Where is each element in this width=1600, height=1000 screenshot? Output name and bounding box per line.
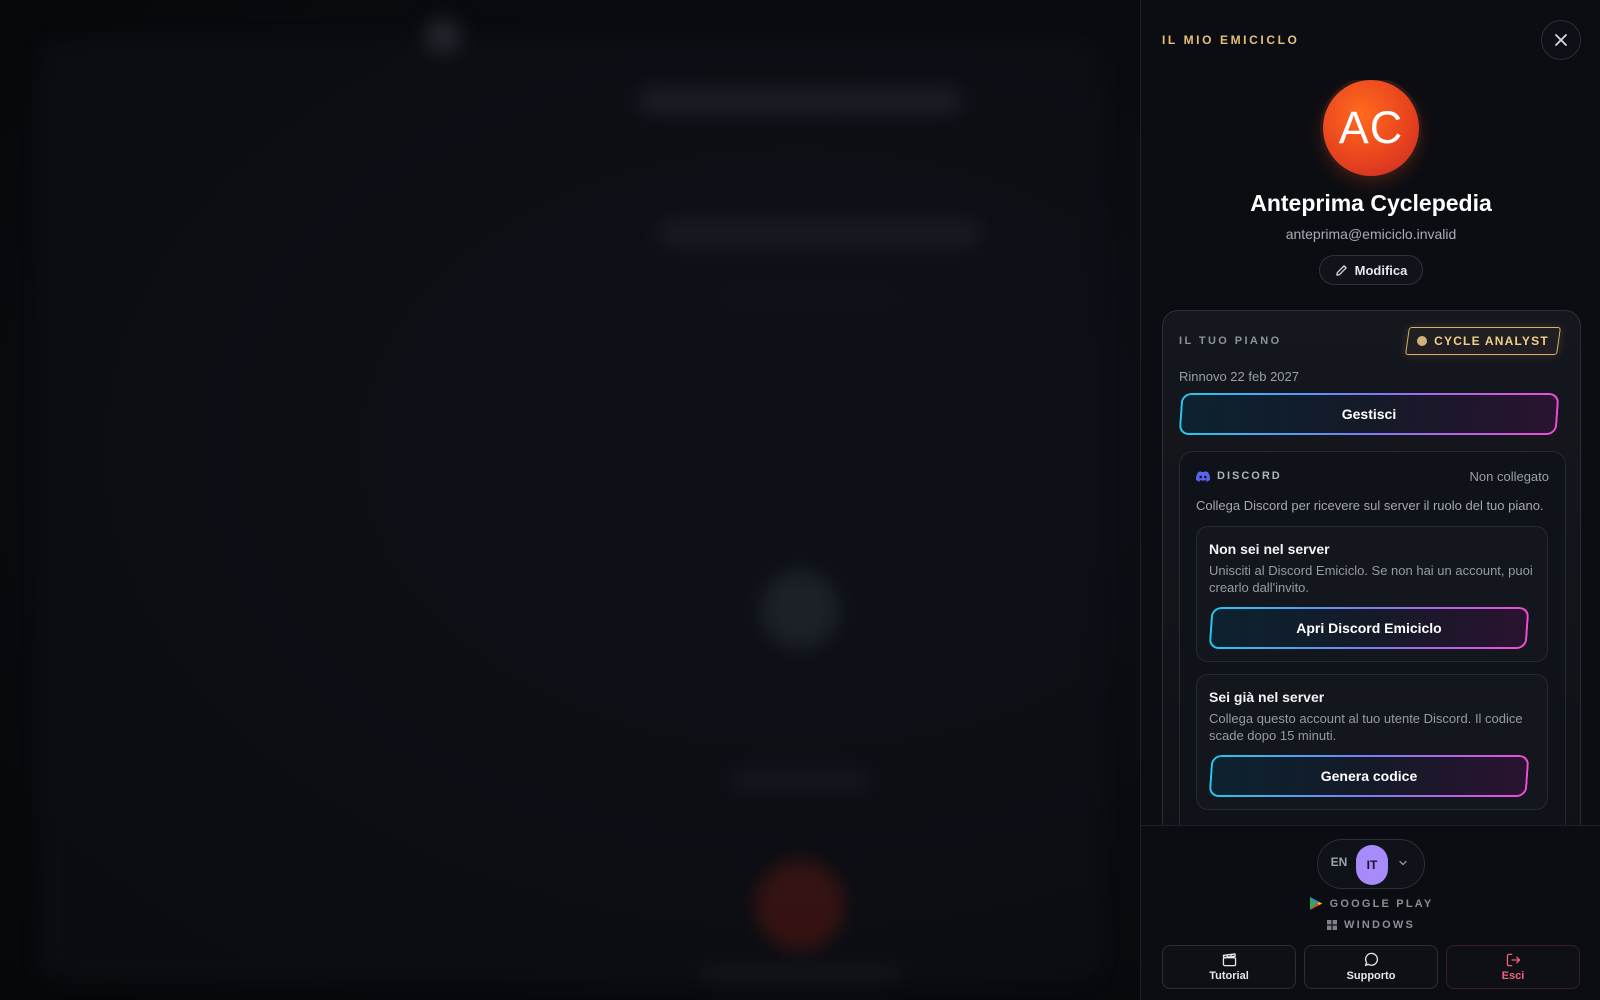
discord-header: DISCORD	[1196, 470, 1282, 482]
discord-status: Non collegato	[1469, 469, 1550, 484]
open-discord-button[interactable]: Apri Discord Emiciclo	[1208, 607, 1530, 649]
close-icon	[1555, 34, 1567, 46]
open-discord-label: Apri Discord Emiciclo	[1296, 620, 1442, 636]
not-in-server-description: Unisciti al Discord Emiciclo. Se non hai…	[1209, 563, 1533, 595]
avatar-initials: AC	[1338, 102, 1404, 153]
support-button[interactable]: Supporto	[1304, 945, 1438, 989]
not-in-server-title: Non sei nel server	[1209, 541, 1330, 557]
discord-description: Collega Discord per ricevere sul server …	[1196, 498, 1544, 513]
background-heading	[640, 88, 960, 114]
tutorial-button[interactable]: Tutorial	[1162, 945, 1296, 989]
drawer-footer: EN IT GOOGLE PLAY WINDOWS Tutorial Suppo…	[1141, 825, 1600, 1000]
language-switcher[interactable]: EN IT	[1317, 839, 1425, 889]
windows-icon	[1326, 920, 1337, 930]
support-label: Supporto	[1346, 970, 1396, 982]
discord-label: DISCORD	[1217, 470, 1282, 482]
chevron-down-icon[interactable]	[1398, 858, 1408, 868]
edit-profile-button[interactable]: Modifica	[1319, 255, 1423, 285]
manage-plan-button[interactable]: Gestisci	[1178, 393, 1560, 435]
plan-badge-label: CYCLE ANALYST	[1434, 334, 1549, 348]
in-server-description: Collega questo account al tuo utente Dis…	[1209, 711, 1523, 743]
background-button	[730, 770, 870, 792]
logout-label: Esci	[1501, 969, 1525, 982]
edit-profile-label: Modifica	[1354, 262, 1408, 278]
background-circle	[760, 570, 840, 650]
background-text	[720, 290, 900, 300]
generate-code-button[interactable]: Genera codice	[1208, 755, 1530, 797]
background-avatar	[755, 860, 845, 950]
language-option-en[interactable]: EN	[1328, 855, 1350, 869]
windows-label: WINDOWS	[1343, 919, 1415, 931]
background-caption	[700, 968, 900, 982]
background-content	[0, 0, 1140, 1000]
plan-label: IL TUO PIANO	[1179, 335, 1282, 347]
logout-button[interactable]: Esci	[1446, 945, 1580, 989]
google-play-icon	[1309, 897, 1322, 910]
background-subheading	[660, 218, 980, 248]
profile-name: Anteprima Cyclepedia	[1250, 190, 1492, 216]
tutorial-label: Tutorial	[1209, 969, 1249, 982]
logout-icon	[1506, 953, 1520, 966]
plan-badge: CYCLE ANALYST	[1407, 327, 1559, 355]
in-server-title: Sei già nel server	[1209, 689, 1325, 705]
background-panel	[40, 40, 1100, 980]
avatar: AC	[1323, 80, 1419, 176]
plan-dot-icon	[1417, 336, 1428, 346]
manage-plan-label: Gestisci	[1341, 406, 1397, 422]
profile-section: AC Anteprima Cyclepedia anteprima@emicic…	[1141, 80, 1600, 310]
pencil-icon	[1335, 264, 1347, 276]
profile-email: anteprima@emiciclo.invalid	[1285, 226, 1457, 242]
background-logo	[425, 18, 461, 54]
language-option-it[interactable]: IT	[1356, 845, 1388, 885]
chat-bubble-icon	[1364, 952, 1378, 967]
close-button[interactable]	[1541, 20, 1581, 60]
discord-icon	[1196, 470, 1210, 482]
clapperboard-icon	[1222, 952, 1236, 966]
background-app-blurred	[0, 0, 1140, 1000]
account-drawer: IL MIO EMICICLO AC Anteprima Cyclepedia …	[1140, 0, 1600, 1000]
google-play-link[interactable]: GOOGLE PLAY	[1141, 896, 1600, 911]
not-in-server-card: Non sei nel server Unisciti al Discord E…	[1196, 526, 1548, 662]
drawer-scroll-area[interactable]: AC Anteprima Cyclepedia anteprima@emicic…	[1141, 80, 1600, 825]
windows-link[interactable]: WINDOWS	[1141, 919, 1600, 931]
in-server-card: Sei già nel server Collega questo accoun…	[1196, 674, 1548, 810]
drawer-title: IL MIO EMICICLO	[1162, 33, 1300, 47]
drawer-header: IL MIO EMICICLO	[1141, 0, 1600, 80]
plan-renewal: Rinnovo 22 feb 2027	[1179, 369, 1299, 384]
google-play-label: GOOGLE PLAY	[1329, 897, 1434, 910]
discord-section: DISCORD Non collegato Collega Discord pe…	[1179, 451, 1566, 825]
plan-card: IL TUO PIANO CYCLE ANALYST Rinnovo 22 fe…	[1162, 310, 1581, 825]
generate-code-label: Genera codice	[1320, 768, 1418, 784]
